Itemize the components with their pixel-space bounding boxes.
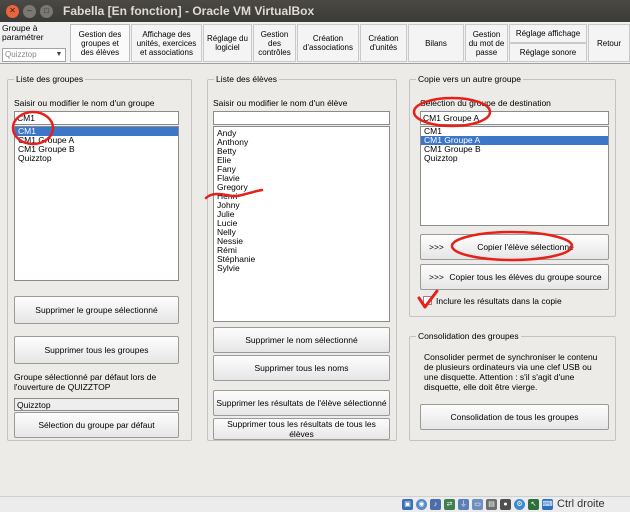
default-group-label: Groupe sélectionné par défaut lors de l'…	[14, 372, 157, 392]
default-group-field: Quizztop	[14, 398, 179, 411]
list-item[interactable]: Gregory	[214, 183, 389, 192]
student-name-input[interactable]	[213, 111, 390, 125]
maximize-window-button[interactable]: □	[40, 4, 53, 18]
mouse-integration-icon[interactable]: ↖	[528, 499, 539, 510]
list-item[interactable]: Quizztop	[421, 154, 608, 163]
list-item[interactable]: Lucie	[214, 219, 389, 228]
list-item[interactable]: Julie	[214, 210, 389, 219]
delete-student-name-button[interactable]: Supprimer le nom sélectionné	[213, 327, 390, 353]
tab-reglage-sonore[interactable]: Réglage sonore	[509, 43, 587, 62]
consolidate-all-groups-button[interactable]: Consolidation de tous les groupes	[420, 404, 609, 430]
shared-folder-icon[interactable]: ▭	[472, 499, 483, 510]
tab-groupes-eleves[interactable]: Gestion des groupes et des élèves	[70, 24, 130, 62]
group-combo-value: Quizztop	[5, 50, 37, 59]
delete-all-groups-button[interactable]: Supprimer tous les groupes	[14, 336, 179, 364]
tab-creation-associations[interactable]: Création d'associations	[297, 24, 359, 62]
tab-reglage-logiciel[interactable]: Réglage du logiciel	[203, 24, 252, 62]
delete-selected-group-button[interactable]: Supprimer le groupe sélectionné	[14, 296, 179, 324]
vm-status-bar: ▣ ◉ ♪ ⇄ ⏚ ▭ ▤ ● ⚙ ↖ ⌨ Ctrl droite	[0, 496, 630, 512]
chevron-down-icon[interactable]: ▼	[54, 50, 64, 60]
group-selector-label: Groupe à paramétrer	[2, 23, 44, 42]
list-item[interactable]: Nessie	[214, 237, 389, 246]
group-selector: Groupe à paramétrer Quizztop ▼	[2, 24, 66, 62]
keyboard-icon[interactable]: ⌨	[542, 499, 553, 510]
network-icon[interactable]: ⇄	[444, 499, 455, 510]
display-icon[interactable]: ▤	[486, 499, 497, 510]
arrow-prefix: >>>	[429, 242, 444, 252]
tab-creation-unites[interactable]: Création d'unités	[360, 24, 407, 62]
title-bar: ✕ – □ Fabella [En fonction] - Oracle VM …	[0, 0, 630, 22]
window-title: Fabella [En fonction] - Oracle VM Virtua…	[63, 4, 315, 18]
students-list: Andy Anthony Betty Elie Fany Flavie Greg…	[213, 126, 390, 322]
recording-icon[interactable]: ●	[500, 499, 511, 510]
consolidation-panel-legend: Consolidation des groupes	[416, 331, 521, 341]
audio-icon[interactable]: ♪	[430, 499, 441, 510]
delete-all-names-button[interactable]: Supprimer tous les noms	[213, 355, 390, 381]
tab-reglage-affichage[interactable]: Réglage affichage	[509, 24, 587, 43]
tab-gestion-controles[interactable]: Gestion des contrôles	[253, 24, 296, 62]
destination-groups-list: CM1 CM1 Groupe A CM1 Groupe B Quizztop	[420, 126, 609, 226]
list-item[interactable]: Sylvie	[214, 264, 389, 273]
include-results-checkbox[interactable]	[423, 296, 432, 305]
groups-panel-legend: Liste des groupes	[14, 74, 86, 84]
students-panel-legend: Liste des élèves	[214, 74, 279, 84]
list-item[interactable]: Elie	[214, 156, 389, 165]
student-name-label: Saisir ou modifier le nom d'un élève	[213, 98, 348, 108]
delete-student-results-button[interactable]: Supprimer les résultats de l'élève sélec…	[213, 390, 390, 416]
group-combo[interactable]: Quizztop ▼	[2, 48, 66, 62]
list-item[interactable]: Anthony	[214, 138, 389, 147]
list-item[interactable]: Henri	[214, 192, 389, 201]
tab-mot-de-passe[interactable]: Gestion du mot de passe	[465, 24, 508, 62]
minimize-window-button[interactable]: –	[23, 4, 36, 18]
tab-retour[interactable]: Retour	[588, 24, 630, 62]
set-default-group-button[interactable]: Sélection du groupe par défaut	[14, 412, 179, 438]
destination-group-input[interactable]: CM1 Groupe A	[420, 111, 609, 125]
copy-selected-student-label: Copier l'élève sélectionné	[477, 242, 574, 252]
group-name-input[interactable]: CM1	[14, 111, 179, 125]
list-item[interactable]: Quizztop	[15, 154, 178, 163]
app-toolbar: Groupe à paramétrer Quizztop ▼ Gestion d…	[0, 22, 630, 64]
list-item[interactable]: Stéphanie	[214, 255, 389, 264]
destination-group-label: Sélection du groupe de destination	[420, 98, 551, 108]
tab-bilans[interactable]: Bilans	[408, 24, 464, 62]
group-name-label: Saisir ou modifier le nom d'un groupe	[14, 98, 155, 108]
consolidation-description: Consolider permet de synchroniser le con…	[424, 352, 598, 392]
arrow-prefix: >>>	[429, 272, 444, 282]
delete-all-results-button[interactable]: Supprimer tous les résultats de tous les…	[213, 418, 390, 440]
tab-affichage[interactable]: Affichage des unités, exercices et assoc…	[131, 24, 202, 62]
host-key-label: Ctrl droite	[557, 498, 605, 510]
list-item[interactable]: Johny	[214, 201, 389, 210]
groups-list: CM1 CM1 Groupe A CM1 Groupe B Quizztop	[14, 126, 179, 281]
close-window-button[interactable]: ✕	[6, 4, 19, 18]
copy-panel-legend: Copie vers un autre groupe	[416, 74, 524, 84]
cpu-icon[interactable]: ⚙	[514, 499, 525, 510]
list-item[interactable]: Fany	[214, 165, 389, 174]
usb-icon[interactable]: ⏚	[458, 499, 469, 510]
include-results-label: Inclure les résultats dans la copie	[436, 296, 562, 306]
copy-all-students-label: Copier tous les élèves du groupe source	[449, 272, 602, 282]
list-item[interactable]: Betty	[214, 147, 389, 156]
copy-selected-student-button[interactable]: >>> Copier l'élève sélectionné	[420, 234, 609, 260]
hard-disk-icon[interactable]: ▣	[402, 499, 413, 510]
copy-all-students-button[interactable]: >>> Copier tous les élèves du groupe sou…	[420, 264, 609, 290]
optical-drive-icon[interactable]: ◉	[416, 499, 427, 510]
